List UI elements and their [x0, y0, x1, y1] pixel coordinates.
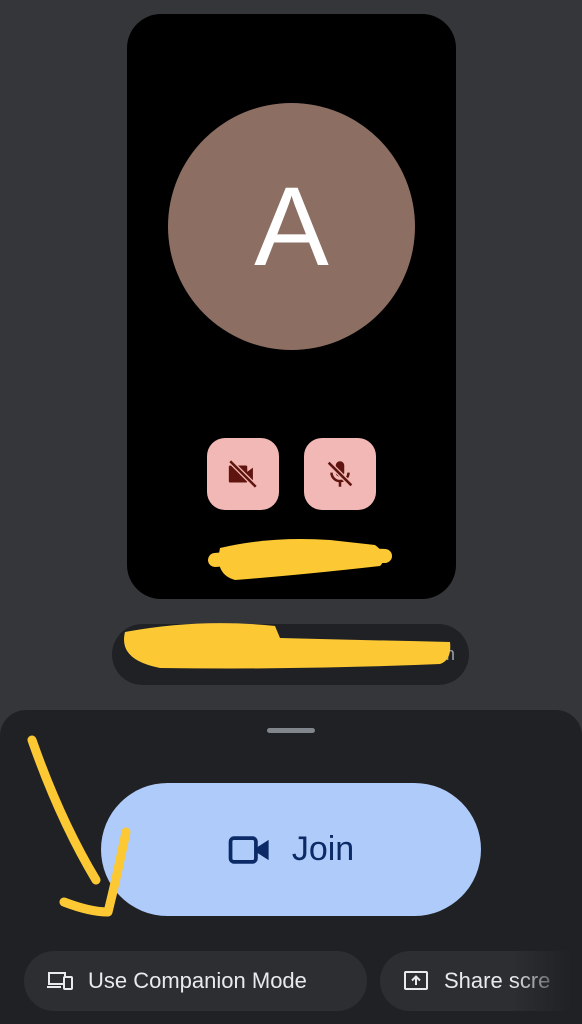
- join-button[interactable]: Join: [101, 783, 481, 916]
- chip-scroll-fade: [512, 940, 582, 1024]
- sheet-drag-handle[interactable]: [267, 728, 315, 733]
- camera-toggle-button[interactable]: [207, 438, 279, 510]
- mic-off-icon: [326, 460, 354, 488]
- companion-mode-label: Use Companion Mode: [88, 968, 307, 993]
- join-label: Join: [291, 830, 355, 868]
- avatar-initial: A: [254, 163, 329, 289]
- share-screen-icon: [404, 971, 428, 990]
- avatar: A: [168, 103, 415, 350]
- video-camera-icon: [228, 835, 269, 864]
- account-switcher-pill[interactable]: m: [112, 624, 469, 685]
- microphone-toggle-button[interactable]: [304, 438, 376, 510]
- companion-mode-button[interactable]: Use Companion Mode: [24, 951, 367, 1011]
- video-off-icon: [228, 459, 258, 489]
- companion-devices-icon: [47, 972, 73, 990]
- account-email-fragment: m: [440, 644, 455, 664]
